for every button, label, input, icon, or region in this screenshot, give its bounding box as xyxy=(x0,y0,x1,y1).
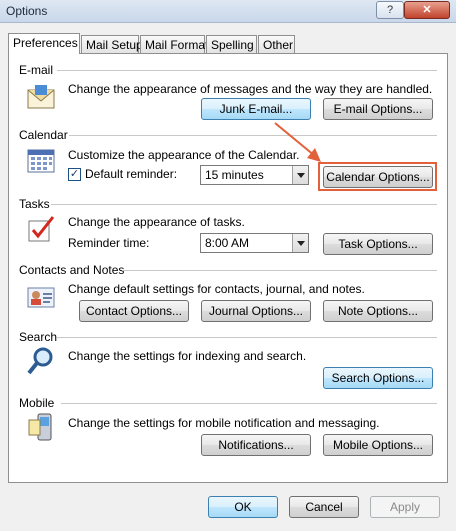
calendar-description: Customize the appearance of the Calendar… xyxy=(68,148,300,162)
notifications-button[interactable]: Notifications... xyxy=(201,434,311,456)
default-reminder-label: Default reminder: xyxy=(85,167,178,181)
tasks-divider xyxy=(51,204,437,205)
tasks-section-label: Tasks xyxy=(19,197,50,211)
reminder-time-select[interactable]: 8:00 AM xyxy=(200,233,309,253)
email-section-label: E-mail xyxy=(19,63,54,77)
contacts-divider xyxy=(122,270,437,271)
options-dialog: Options ? ✕ Preferences Mail Setup Mail … xyxy=(0,0,456,531)
reminder-time-value: 8:00 AM xyxy=(205,236,250,250)
calendar-divider xyxy=(69,135,437,136)
mobile-section-label: Mobile xyxy=(19,396,55,410)
mobile-divider xyxy=(61,403,437,404)
tab-spelling[interactable]: Spelling xyxy=(206,35,257,53)
tasks-description: Change the appearance of tasks. xyxy=(68,215,245,229)
apply-button[interactable]: Apply xyxy=(370,496,440,518)
default-reminder-value: 15 minutes xyxy=(205,168,264,182)
search-description: Change the settings for indexing and sea… xyxy=(68,349,307,363)
ok-button[interactable]: OK xyxy=(208,496,278,518)
tab-mail-setup[interactable]: Mail Setup xyxy=(81,35,143,53)
contacts-section-label: Contacts and Notes xyxy=(19,263,125,277)
email-divider xyxy=(57,70,437,71)
chevron-down-icon[interactable] xyxy=(292,166,308,184)
contact-card-icon xyxy=(27,287,55,308)
email-options-button[interactable]: E-mail Options... xyxy=(323,98,433,120)
journal-options-button[interactable]: Journal Options... xyxy=(201,300,311,322)
search-divider xyxy=(57,337,437,338)
preferences-panel: E-mail Change the appearance of messages… xyxy=(8,53,448,483)
envelope-icon xyxy=(27,85,55,109)
mobile-description: Change the settings for mobile notificat… xyxy=(68,416,380,430)
contacts-description: Change default settings for contacts, jo… xyxy=(68,282,365,296)
close-button[interactable]: ✕ xyxy=(404,1,450,19)
mobile-phone-icon xyxy=(28,413,52,441)
tab-mail-format[interactable]: Mail Format xyxy=(140,35,208,53)
search-options-button[interactable]: Search Options... xyxy=(323,367,433,389)
reminder-time-label: Reminder time: xyxy=(68,236,150,250)
annotation-arrow-icon xyxy=(274,122,321,162)
tab-preferences[interactable]: Preferences xyxy=(8,33,80,54)
email-description: Change the appearance of messages and th… xyxy=(68,82,433,96)
calendar-section-label: Calendar xyxy=(19,128,68,142)
search-section-label: Search xyxy=(19,330,58,344)
contact-options-button[interactable]: Contact Options... xyxy=(79,300,189,322)
task-options-button[interactable]: Task Options... xyxy=(323,233,433,255)
window-title: Options xyxy=(6,4,48,18)
mobile-options-button[interactable]: Mobile Options... xyxy=(323,434,433,456)
task-checkmark-icon xyxy=(28,216,55,242)
default-reminder-checkbox[interactable]: ✓ xyxy=(68,168,81,181)
note-options-button[interactable]: Note Options... xyxy=(323,300,433,322)
tab-other[interactable]: Other xyxy=(258,35,295,53)
cancel-button[interactable]: Cancel xyxy=(289,496,359,518)
help-button[interactable]: ? xyxy=(376,1,404,19)
calendar-icon xyxy=(27,149,55,173)
default-reminder-select[interactable]: 15 minutes xyxy=(200,165,309,185)
search-icon xyxy=(27,347,53,375)
title-bar[interactable]: Options ? ✕ xyxy=(0,0,456,23)
chevron-down-icon[interactable] xyxy=(292,234,308,252)
calendar-options-button[interactable]: Calendar Options... xyxy=(323,166,433,188)
junk-email-button[interactable]: Junk E-mail... xyxy=(201,98,311,120)
